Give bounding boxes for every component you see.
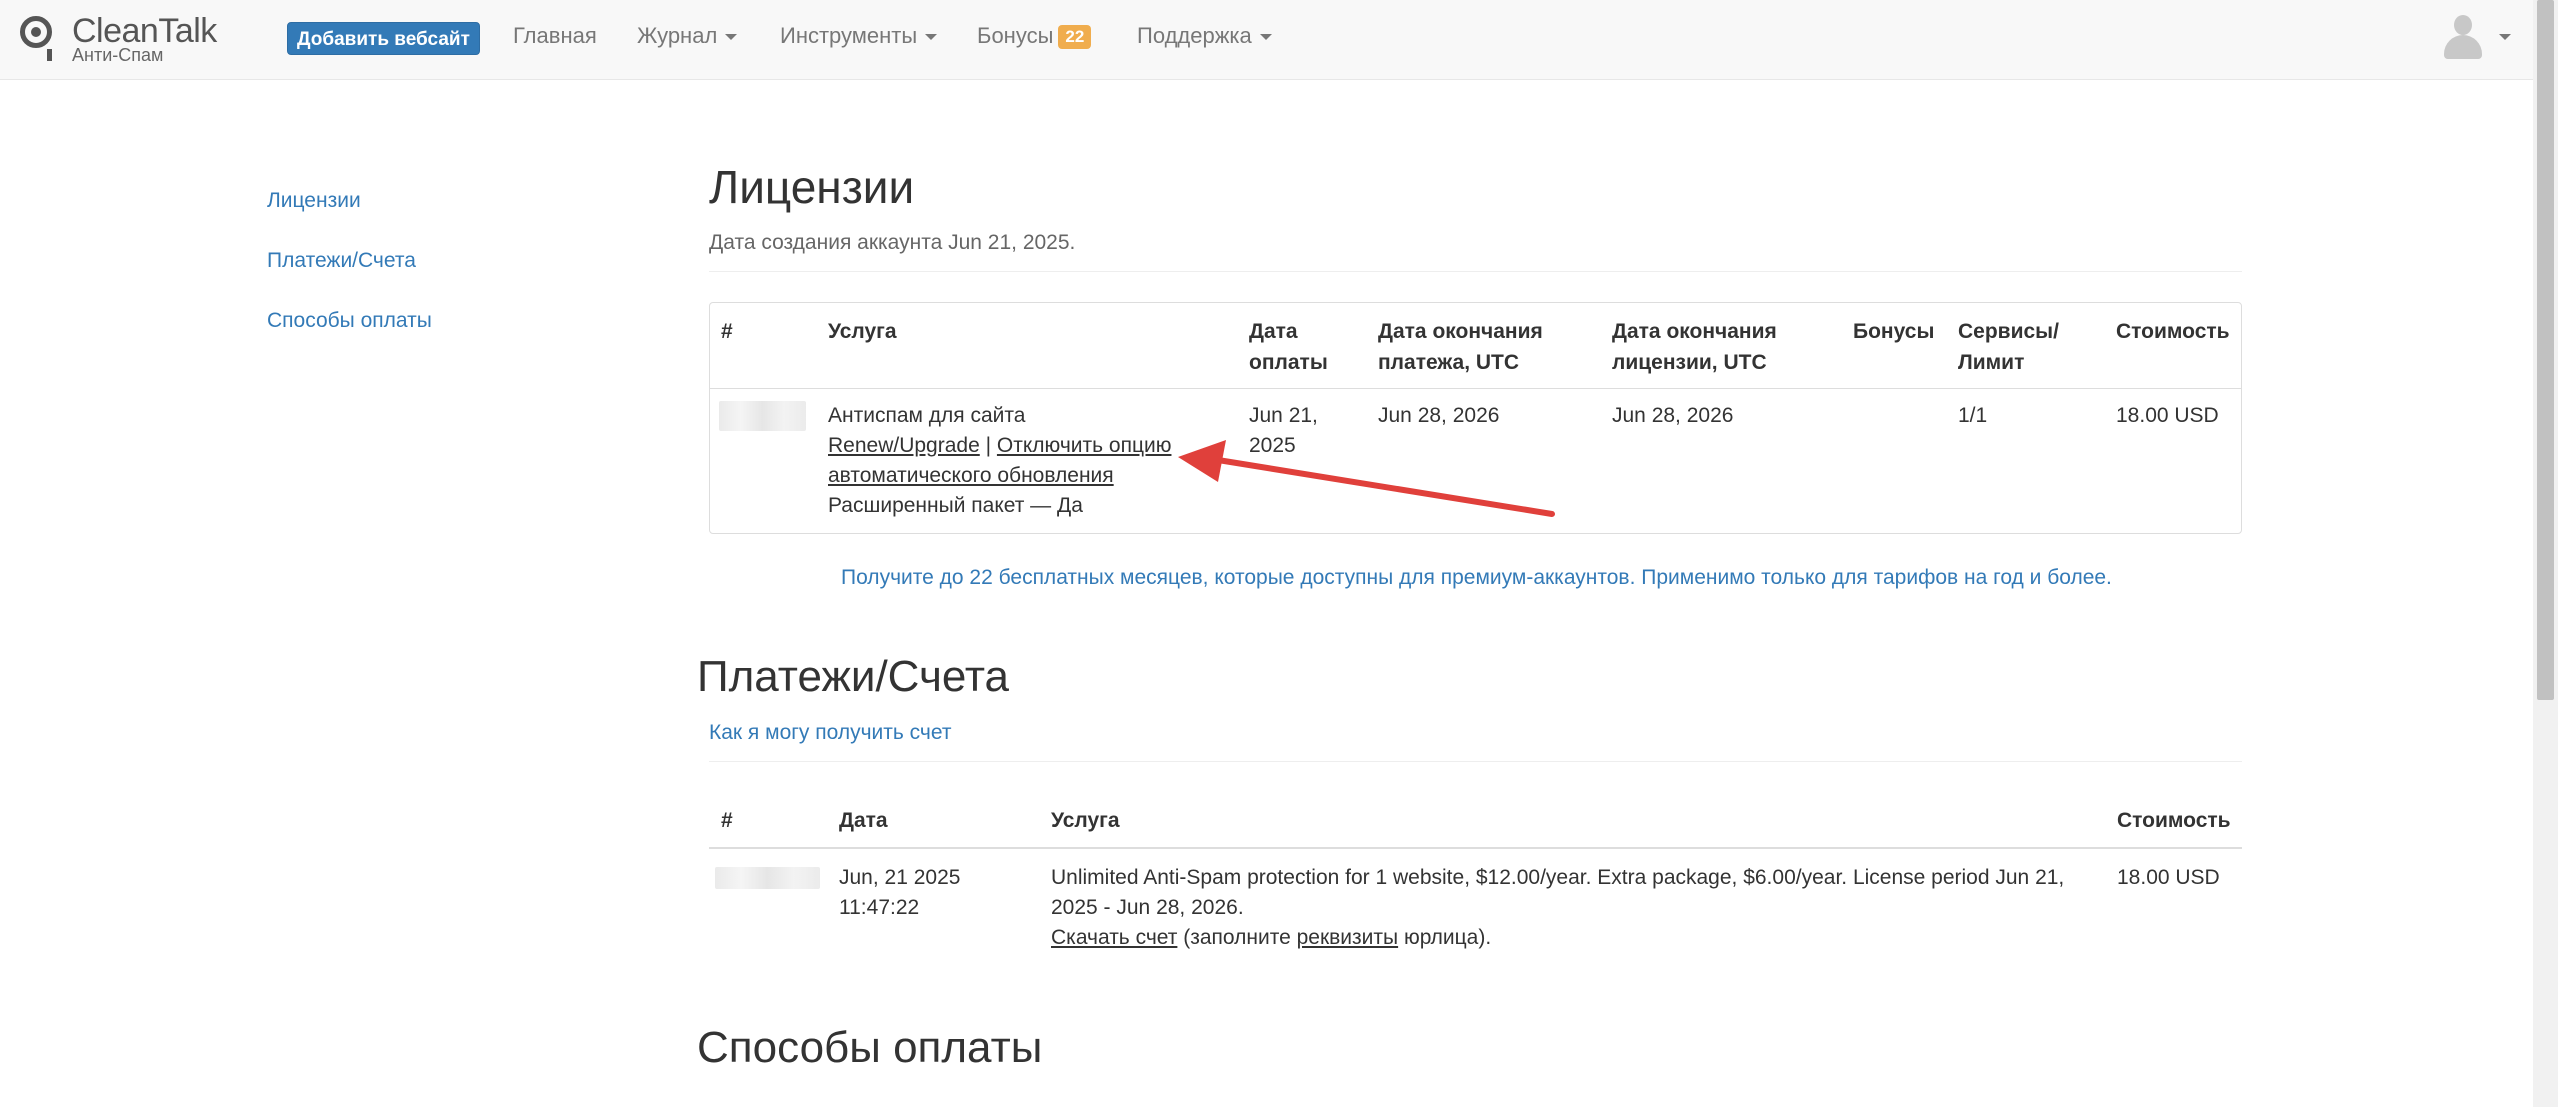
annotation-arrow-icon [1178, 440, 1555, 517]
col-header-cost: Стоимость [2116, 320, 2230, 343]
col-header-services-line2: Лимит [1958, 351, 2025, 374]
payment-date: Jun, 21 2025 11:47:22 [839, 863, 960, 923]
payment-date-line1: Jun, 21 2025 [839, 866, 961, 889]
sidebar-item-licenses[interactable]: Лицензии [267, 189, 361, 213]
col-header-payment-end: Дата окончания платежа, UTC [1378, 316, 1543, 378]
scrollbar-thumb[interactable] [2537, 0, 2554, 700]
license-cost: 18.00 USD [2116, 404, 2219, 427]
download-invoice-link[interactable]: Скачать счет [1051, 926, 1177, 949]
chevron-down-icon [1259, 34, 1272, 41]
bonus-count-badge: 22 [1058, 25, 1092, 50]
col-header-payment-end-line1: Дата окончания [1378, 320, 1543, 343]
disable-autorenew-link-cont[interactable]: автоматического обновления [828, 464, 1114, 487]
col-header-services-limit: Сервисы/ Лимит [1958, 316, 2059, 378]
pay-col-header-num: # [721, 809, 733, 832]
pay-col-header-cost: Стоимость [2117, 809, 2231, 832]
payment-desc-line1: Unlimited Anti-Spam protection for 1 web… [1051, 866, 2065, 889]
license-services-limit: 1/1 [1958, 404, 1988, 427]
fill-text-post: юрлица). [1398, 926, 1492, 949]
fill-text-pre: (заполните [1177, 926, 1297, 949]
license-end-date: Jun 28, 2026 [1612, 404, 1734, 427]
chevron-down-icon [725, 34, 738, 41]
col-header-bonuses: Бонусы [1853, 320, 1935, 343]
payment-id-redacted [715, 867, 820, 889]
nav-tools-label: Инструменты [780, 23, 918, 48]
account-created-date: Дата создания аккаунта Jun 21, 2025. [709, 231, 1076, 254]
payment-service-cell: Unlimited Anti-Spam protection for 1 web… [1051, 863, 2091, 953]
logo-subtitle: Анти-Спам [72, 45, 164, 65]
nav-tools[interactable]: Инструменты [780, 23, 938, 49]
nav-home-label: Главная [513, 23, 597, 48]
table-header-divider [710, 388, 2241, 389]
nav-support[interactable]: Поддержка [1137, 23, 1272, 49]
col-header-pay-date-line1: Дата [1249, 320, 1298, 343]
invoice-line: Скачать счет (заполните реквизиты юрлица… [1051, 923, 2091, 953]
nav-bonuses[interactable]: Бонусы 22 [977, 23, 1092, 50]
bonus-promo-link[interactable]: Получите до 22 бесплатных месяцев, котор… [841, 566, 2112, 590]
divider [709, 271, 2242, 272]
nav-support-label: Поддержка [1137, 23, 1252, 48]
payments-title: Платежи/Счета [697, 652, 1010, 701]
chevron-down-icon [925, 34, 938, 41]
pay-table-header-divider [709, 847, 2242, 849]
sidebar-item-payments[interactable]: Платежи/Счета [267, 249, 416, 273]
disable-autorenew-link[interactable]: Отключить опцию [997, 434, 1172, 457]
col-header-service: Услуга [828, 320, 897, 343]
col-header-pay-date-line2: оплаты [1249, 351, 1328, 374]
col-header-license-end-line1: Дата окончания [1612, 320, 1777, 343]
payment-cost: 18.00 USD [2117, 866, 2220, 889]
payment-desc-line2: 2025 - Jun 28, 2026. [1051, 896, 1244, 919]
pay-col-header-date: Дата [839, 809, 888, 832]
col-header-pay-date: Дата оплаты [1249, 316, 1328, 378]
nav-journal[interactable]: Журнал [637, 23, 738, 49]
add-website-button[interactable]: Добавить вебсайт [287, 22, 480, 55]
requisites-link[interactable]: реквизиты [1297, 926, 1399, 949]
top-navbar: CleanTalk Анти-Спам Добавить вебсайт Гла… [0, 0, 2533, 80]
user-avatar-icon[interactable] [2443, 13, 2483, 59]
how-get-invoice-link[interactable]: Как я могу получить счет [709, 721, 951, 745]
renew-upgrade-link[interactable]: Renew/Upgrade [828, 434, 980, 457]
divider [709, 761, 2242, 762]
col-header-payment-end-line2: платежа, UTC [1378, 351, 1520, 374]
chevron-down-icon[interactable] [2499, 34, 2511, 40]
nav-home[interactable]: Главная [513, 23, 597, 49]
license-service-name: Антиспам для сайта [828, 404, 1026, 427]
licenses-title: Лицензии [709, 161, 915, 213]
col-header-license-end-line2: лицензии, UTC [1612, 351, 1767, 374]
license-payment-end: Jun 28, 2026 [1378, 404, 1500, 427]
col-header-services-line1: Сервисы/ [1958, 320, 2059, 343]
payment-date-line2: 11:47:22 [839, 896, 920, 919]
payment-methods-title: Способы оплаты [697, 1023, 1043, 1072]
license-id-redacted [719, 401, 806, 431]
logo-icon [20, 16, 52, 61]
pay-col-header-service: Услуга [1051, 809, 1120, 832]
col-header-num: # [721, 320, 733, 343]
nav-journal-label: Журнал [637, 23, 718, 48]
nav-bonuses-label: Бонусы [977, 23, 1054, 48]
col-header-license-end: Дата окончания лицензии, UTC [1612, 316, 1777, 378]
license-pay-date-line1: Jun 21, [1249, 404, 1318, 427]
link-separator: | [985, 434, 992, 457]
sidebar-item-payment-methods[interactable]: Способы оплаты [267, 309, 432, 333]
